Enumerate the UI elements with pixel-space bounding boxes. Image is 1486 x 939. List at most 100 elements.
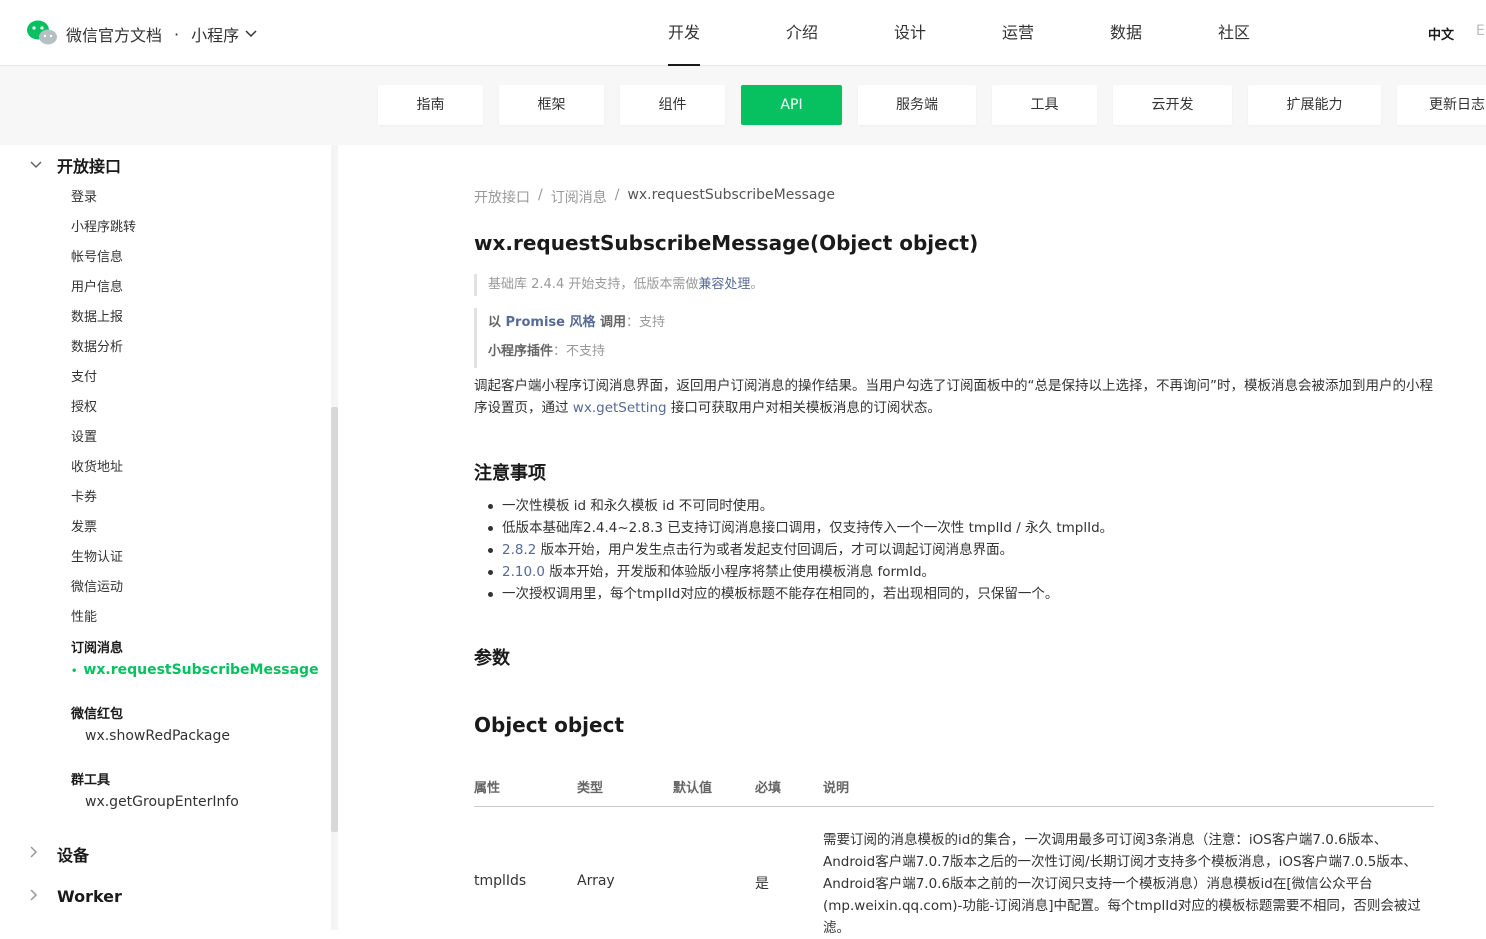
- th-attr: 属性: [474, 781, 501, 796]
- top-header: 微信官方文档 · 小程序 开发 介绍 设计 运营 数据 社区 中文 E: [0, 0, 1486, 66]
- list-item: 2.10.0 版本开始，开发版和体验版小程序将禁止使用模板消息 formId。: [488, 561, 1428, 583]
- top-nav-item[interactable]: 社区: [1180, 0, 1288, 66]
- th-desc: 说明: [823, 781, 850, 796]
- list-item: 一次授权调用里，每个tmplId对应的模板标题不能存在相同的，若出现相同的，只保…: [488, 583, 1428, 605]
- subtab[interactable]: 框架: [499, 85, 604, 125]
- top-nav-item[interactable]: 设计: [856, 0, 964, 66]
- sidebar-item[interactable]: 生物认证: [71, 546, 123, 565]
- subtab[interactable]: 服务端: [858, 85, 976, 125]
- note-text: 一次授权调用里，每个tmplId对应的模板标题不能存在相同的，若出现相同的，只保…: [502, 586, 1059, 602]
- sidebar-item[interactable]: 卡券: [71, 486, 97, 505]
- note-text: 一次性模板 id 和永久模板 id 不可同时使用。: [502, 498, 774, 514]
- breadcrumb-item: wx.requestSubscribeMessage: [627, 187, 835, 203]
- top-nav-item[interactable]: 开发: [640, 0, 748, 66]
- sidebar-section-worker[interactable]: Worker: [30, 887, 122, 906]
- promise-link[interactable]: Promise 风格: [506, 315, 596, 330]
- subtab[interactable]: 组件: [620, 85, 725, 125]
- top-nav: 开发 介绍 设计 运营 数据 社区: [640, 0, 1288, 66]
- sidebar-item[interactable]: 性能: [71, 606, 97, 625]
- sidebar-item[interactable]: 小程序跳转: [71, 216, 136, 235]
- sidebar: 开放接口 登录小程序跳转帐号信息用户信息数据上报数据分析支付授权设置收货地址卡券…: [0, 145, 338, 930]
- sidebar-item[interactable]: 微信运动: [71, 576, 123, 595]
- sidebar-item[interactable]: 发票: [71, 516, 97, 535]
- intro-paragraph: 调起客户端小程序订阅消息界面，返回用户订阅消息的操作结果。当用户勾选了订阅面板中…: [474, 375, 1434, 419]
- note-text: 版本开始，用户发生点击行为或者发起支付回调后，才可以调起订阅消息界面。: [536, 542, 1014, 558]
- sidebar-item[interactable]: 数据上报: [71, 306, 123, 325]
- plugin-line: 小程序插件：不支持: [488, 337, 665, 366]
- subtab[interactable]: 更新日志: [1397, 85, 1486, 125]
- sidebar-section-label: 设备: [57, 846, 90, 865]
- sidebar-section-device[interactable]: 设备: [30, 842, 89, 866]
- page-title: wx.requestSubscribeMessage(Object object…: [474, 231, 979, 255]
- promise-note: 以 Promise 风格 调用：支持 小程序插件：不支持: [474, 308, 665, 368]
- sidebar-item[interactable]: 授权: [71, 396, 97, 415]
- top-nav-item[interactable]: 介绍: [748, 0, 856, 66]
- subtab[interactable]: 云开发: [1113, 85, 1232, 125]
- subtab[interactable]: API: [741, 85, 842, 125]
- support-text: 基础库 2.4.4 开始支持，低版本需做: [488, 277, 699, 292]
- chevron-down-icon: [245, 30, 257, 38]
- sidebar-section-label: 开放接口: [57, 157, 122, 176]
- list-item: 2.8.2 版本开始，用户发生点击行为或者发起支付回调后，才可以调起订阅消息界面…: [488, 539, 1428, 561]
- sidebar-item-active-label: wx.requestSubscribeMessage: [83, 662, 319, 678]
- table-row: tmplIds Array 是 需要订阅的消息模板的id的集合，一次调用最多可订…: [474, 807, 1434, 936]
- breadcrumb-item[interactable]: 订阅消息: [551, 187, 607, 207]
- note-text: 低版本基础库2.4.4~2.8.3 已支持订阅消息接口调用，仅支持传入一个一次性…: [502, 520, 1114, 536]
- api-subtabs-bar: 指南 框架 组件 API 服务端 工具 云开发 扩展能力 更新日志: [0, 66, 1486, 145]
- sidebar-group-redpackage[interactable]: 微信红包: [71, 703, 123, 722]
- notes-list: 一次性模板 id 和永久模板 id 不可同时使用。低版本基础库2.4.4~2.8…: [488, 495, 1428, 605]
- product-dropdown[interactable]: 小程序: [191, 22, 257, 46]
- product-label: 小程序: [191, 26, 240, 45]
- brand-title[interactable]: 微信官方文档: [66, 22, 162, 46]
- chevron-right-icon: [30, 846, 44, 862]
- support-end: 。: [750, 277, 764, 292]
- subtab[interactable]: 工具: [992, 85, 1097, 125]
- params-table-header: 属性 类型 默认值 必填 说明: [474, 777, 1434, 807]
- subtab[interactable]: 扩展能力: [1248, 85, 1381, 125]
- lang-current[interactable]: 中文: [1428, 24, 1454, 43]
- sidebar-item[interactable]: 用户信息: [71, 276, 123, 295]
- breadcrumb-item[interactable]: 开放接口: [474, 187, 530, 207]
- version-link[interactable]: 2.10.0: [502, 564, 545, 580]
- cell-required: 是: [755, 876, 769, 892]
- plugin-value: ：不支持: [553, 344, 606, 359]
- sidebar-section-label: Worker: [57, 887, 122, 906]
- compat-link[interactable]: 兼容处理: [698, 277, 750, 292]
- active-dot-icon: •: [71, 666, 78, 677]
- sidebar-item[interactable]: 支付: [71, 366, 97, 385]
- params-heading: 参数: [474, 648, 510, 669]
- main-content: 开放接口 / 订阅消息 / wx.requestSubscribeMessage wx.…: [338, 145, 1486, 936]
- intro-text-2: 接口可获取用户对相关模板消息的订阅状态。: [666, 400, 941, 416]
- sidebar-item[interactable]: 数据分析: [71, 336, 123, 355]
- sidebar-item[interactable]: 帐号信息: [71, 246, 123, 265]
- sidebar-item-getgroupenterinfo[interactable]: wx.getGroupEnterInfo: [85, 794, 239, 810]
- top-nav-item[interactable]: 运营: [964, 0, 1072, 66]
- support-note: 基础库 2.4.4 开始支持，低版本需做兼容处理。: [474, 274, 763, 296]
- cell-type: Array: [577, 873, 615, 889]
- sidebar-item[interactable]: 设置: [71, 426, 97, 445]
- sidebar-item-showredpackage[interactable]: wx.showRedPackage: [85, 728, 230, 744]
- list-item: 一次性模板 id 和永久模板 id 不可同时使用。: [488, 495, 1428, 517]
- version-link[interactable]: 2.8.2: [502, 542, 536, 558]
- breadcrumb: 开放接口 / 订阅消息 / wx.requestSubscribeMessage: [474, 187, 835, 207]
- getsetting-link[interactable]: wx.getSetting: [573, 400, 667, 416]
- promise-line: 以 Promise 风格 调用：支持: [488, 308, 665, 337]
- sidebar-section-open[interactable]: 开放接口: [30, 153, 121, 177]
- top-nav-item[interactable]: 数据: [1072, 0, 1180, 66]
- th-type: 类型: [577, 781, 604, 796]
- th-required: 必填: [755, 781, 782, 796]
- sidebar-item[interactable]: 登录: [71, 186, 97, 205]
- sidebar-item-active[interactable]: • wx.requestSubscribeMessage: [71, 662, 319, 678]
- promise-prefix: 以: [488, 315, 506, 330]
- wechat-logo-icon[interactable]: [26, 19, 58, 47]
- sidebar-group-tools[interactable]: 群工具: [71, 769, 110, 788]
- sidebar-item[interactable]: 收货地址: [71, 456, 123, 475]
- th-default: 默认值: [673, 781, 713, 796]
- brand: 微信官方文档 · 小程序: [66, 22, 257, 46]
- subtab[interactable]: 指南: [378, 85, 483, 125]
- sidebar-group-subscribe[interactable]: 订阅消息: [71, 637, 123, 656]
- lang-next[interactable]: E: [1476, 23, 1485, 39]
- promise-value: ：支持: [626, 315, 666, 330]
- notes-heading: 注意事项: [474, 463, 546, 484]
- sidebar-scrollbar-thumb[interactable]: [331, 407, 338, 832]
